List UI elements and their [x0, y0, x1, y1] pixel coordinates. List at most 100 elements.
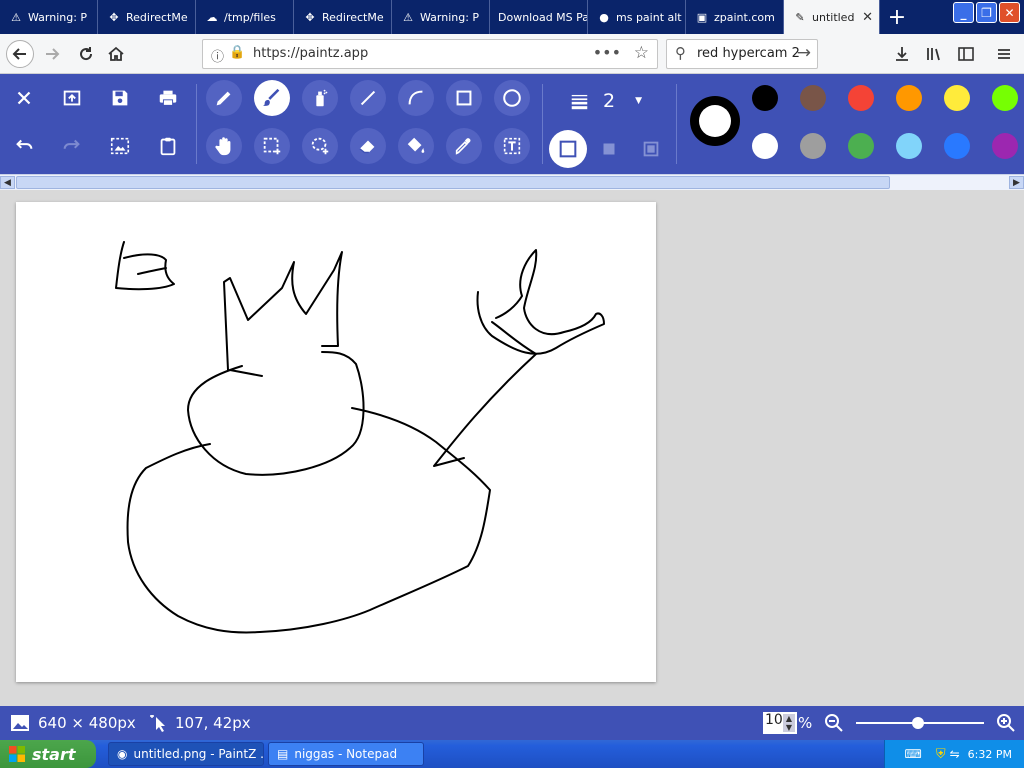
- home-button[interactable]: [102, 40, 130, 68]
- text-icon: [503, 137, 521, 155]
- stroke-body: [126, 407, 491, 634]
- network-icon[interactable]: ⇋: [950, 747, 960, 761]
- stroke-small-shape: [115, 241, 175, 291]
- new-tab-button[interactable]: +: [880, 0, 914, 34]
- open-button[interactable]: [54, 80, 90, 116]
- outline-and-fill-option[interactable]: [632, 130, 670, 168]
- zoom-in-icon[interactable]: [996, 713, 1016, 733]
- menu-button[interactable]: [990, 40, 1018, 68]
- line-width-value: 2: [602, 90, 616, 112]
- save-button[interactable]: [102, 80, 138, 116]
- brush-tool[interactable]: [254, 80, 290, 116]
- paintz-icon: ✎: [795, 10, 805, 24]
- lock-icon[interactable]: 🔒: [229, 45, 245, 60]
- tab-download-ms-paint[interactable]: Download MS Pa: [490, 0, 588, 34]
- downloads-button[interactable]: [888, 40, 916, 68]
- pan-tool[interactable]: [206, 128, 242, 164]
- bookmark-star-icon[interactable]: ☆: [634, 43, 649, 63]
- redirect-icon: ✥: [109, 10, 119, 24]
- line-tool[interactable]: [350, 80, 386, 116]
- airbrush-tool[interactable]: [302, 80, 338, 116]
- drawing-canvas[interactable]: [16, 202, 656, 682]
- search-go-icon[interactable]: →: [797, 43, 811, 63]
- scroll-left-arrow[interactable]: ◀: [0, 176, 15, 189]
- reload-button[interactable]: [72, 40, 100, 68]
- security-shield-icon[interactable]: ⛨: [936, 747, 946, 762]
- color-swatch-purple[interactable]: [992, 133, 1018, 159]
- current-color-indicator[interactable]: [690, 96, 740, 146]
- tab-ms-paint-alt[interactable]: ● ms paint alt: [588, 0, 686, 34]
- pencil-tool[interactable]: [206, 80, 242, 116]
- fill-only-option[interactable]: [590, 130, 628, 168]
- back-button[interactable]: [6, 40, 34, 68]
- color-swatch-green[interactable]: [848, 133, 874, 159]
- horizontal-scrollbar[interactable]: ◀ ▶: [0, 174, 1024, 190]
- text-tool[interactable]: [494, 128, 530, 164]
- outline-only-option[interactable]: [549, 130, 587, 168]
- color-swatch-blue[interactable]: [944, 133, 970, 159]
- color-swatch-red[interactable]: [848, 85, 874, 111]
- color-swatch-black[interactable]: [752, 85, 778, 111]
- page-actions-icon[interactable]: •••: [593, 43, 621, 62]
- eraser-tool[interactable]: [350, 128, 386, 164]
- redo-button[interactable]: [54, 128, 90, 164]
- sidebar-button[interactable]: [952, 40, 980, 68]
- ellipse-tool[interactable]: [494, 80, 530, 116]
- color-swatch-orange[interactable]: [896, 85, 922, 111]
- tab-tmp-files[interactable]: ☁/tmp/files: [196, 0, 294, 34]
- fill-tool[interactable]: [398, 128, 434, 164]
- curve-tool[interactable]: [398, 80, 434, 116]
- paste-button[interactable]: [150, 128, 186, 164]
- search-bar[interactable]: ⚲ red hypercam 2 →: [666, 39, 818, 69]
- line-width-dropdown[interactable]: 2 ▼: [570, 88, 642, 114]
- color-swatch-white[interactable]: [752, 133, 778, 159]
- tab-untitled[interactable]: ✎ untitled ✕: [784, 0, 880, 34]
- library-button[interactable]: [920, 40, 948, 68]
- free-select-tool[interactable]: [302, 128, 338, 164]
- keyboard-icon[interactable]: ⌨: [905, 747, 922, 761]
- warning-icon: ⚠: [11, 10, 21, 24]
- forward-button[interactable]: [38, 40, 66, 68]
- scrollbar-thumb[interactable]: [16, 176, 890, 189]
- close-button[interactable]: [6, 80, 42, 116]
- tab-warning-2[interactable]: ⚠ Warning: P: [392, 0, 490, 34]
- close-tab-icon[interactable]: ✕: [862, 10, 873, 25]
- tab-redirectme-2[interactable]: ✥ RedirectMe: [294, 0, 392, 34]
- scroll-right-arrow[interactable]: ▶: [1009, 176, 1024, 189]
- info-icon[interactable]: ⓘ: [211, 46, 224, 65]
- zoom-input[interactable]: 10 ▲ ▼: [763, 712, 797, 734]
- cursor-position-label: 107, 42px: [175, 714, 251, 732]
- print-button[interactable]: [150, 80, 186, 116]
- zoom-spinner[interactable]: ▲ ▼: [783, 714, 795, 732]
- color-swatch-brown[interactable]: [800, 85, 826, 111]
- url-bar[interactable]: ⓘ 🔒 https://paintz.app ••• ☆: [202, 39, 658, 69]
- minimize-button[interactable]: _: [953, 2, 974, 23]
- hamburger-icon: [998, 49, 1010, 59]
- tab-redirectme-1[interactable]: ✥ RedirectMe: [98, 0, 196, 34]
- browser-tab-bar: ⚠ Warning: P ✥ RedirectMe ☁/tmp/files ✥ Red…: [0, 0, 1024, 34]
- close-window-button[interactable]: ✕: [999, 2, 1020, 23]
- tab-zpaint[interactable]: ▣ zpaint.com: [686, 0, 784, 34]
- home-icon: [108, 46, 124, 61]
- workspace: [0, 190, 1024, 706]
- taskbar-item-notepad[interactable]: ▤ niggas - Notepad: [268, 742, 424, 766]
- undo-button[interactable]: [6, 128, 42, 164]
- color-swatch-gray[interactable]: [800, 133, 826, 159]
- start-button[interactable]: start: [0, 740, 96, 768]
- zoom-out-icon[interactable]: [824, 713, 844, 733]
- system-tray: ⌨ ⛨ ⇋ 6:32 PM: [884, 740, 1024, 768]
- color-swatch-lime[interactable]: [992, 85, 1018, 111]
- zoom-slider-handle[interactable]: [912, 717, 924, 729]
- tab-warning-1[interactable]: ⚠ Warning: P: [0, 0, 98, 34]
- color-picker-tool[interactable]: [446, 128, 482, 164]
- restore-button[interactable]: ❐: [976, 2, 997, 23]
- rectangle-select-tool[interactable]: [254, 128, 290, 164]
- taskbar-item-paintz[interactable]: ◉ untitled.png - PaintZ ...: [108, 742, 264, 766]
- image-properties-button[interactable]: [102, 128, 138, 164]
- color-swatch-yellow[interactable]: [944, 85, 970, 111]
- color-swatch-light-blue[interactable]: [896, 133, 922, 159]
- notepad-icon: ▤: [277, 747, 289, 761]
- rectangle-tool[interactable]: [446, 80, 482, 116]
- lasso-select-icon: [311, 137, 329, 155]
- pencil-icon: [216, 91, 231, 106]
